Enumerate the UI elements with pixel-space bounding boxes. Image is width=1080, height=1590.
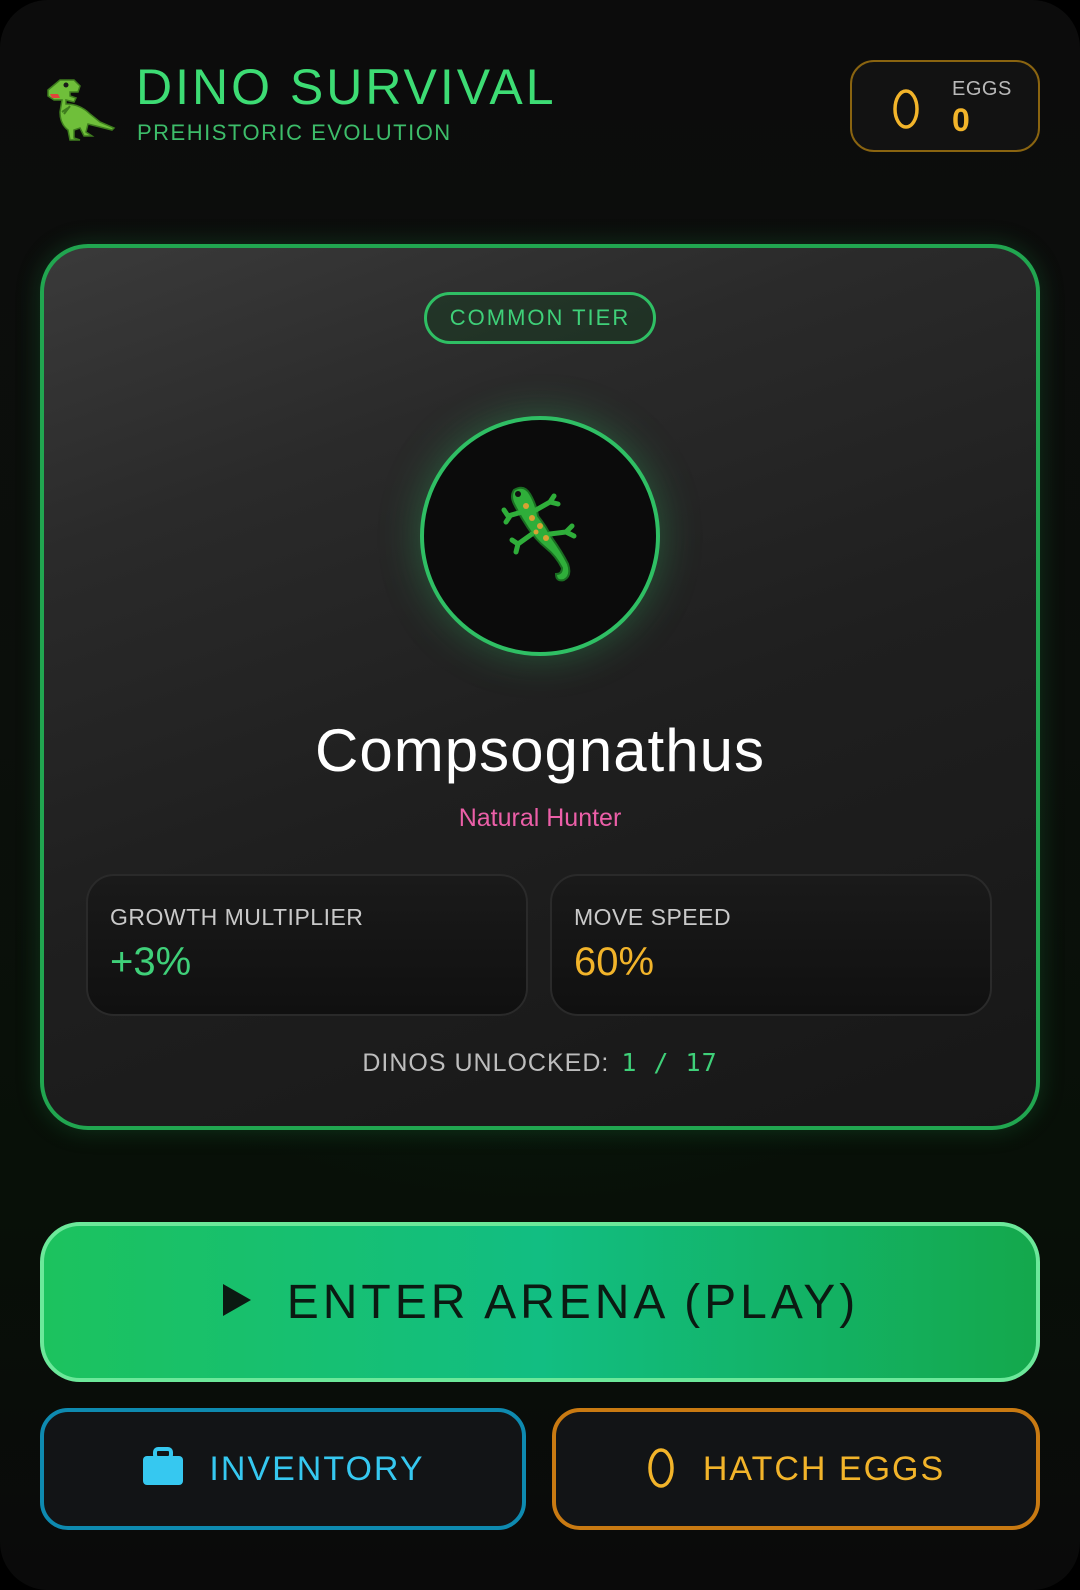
inventory-label: INVENTORY bbox=[209, 1449, 425, 1488]
eggs-count: 0 bbox=[952, 102, 970, 138]
play-icon bbox=[221, 1282, 253, 1323]
move-speed-value: 60% bbox=[574, 940, 655, 984]
app-window: DINO SURVIVAL PREHISTORIC EVOLUTION EGGS… bbox=[0, 0, 1080, 1590]
growth-multiplier-label: GROWTH MULTIPLIER bbox=[110, 904, 364, 930]
lizard-icon bbox=[492, 482, 588, 591]
hatch-eggs-button[interactable]: HATCH EGGS bbox=[552, 1408, 1040, 1530]
growth-multiplier-stat: GROWTH MULTIPLIER +3% bbox=[86, 874, 528, 1016]
app-subtitle: PREHISTORIC EVOLUTION bbox=[137, 120, 452, 145]
move-speed-label: MOVE SPEED bbox=[574, 904, 732, 930]
t-rex-icon bbox=[40, 70, 116, 142]
tier-badge: COMMON TIER bbox=[424, 292, 656, 344]
dinos-unlocked: DINOS UNLOCKED: 1 / 17 bbox=[44, 1048, 1036, 1078]
egg-icon bbox=[892, 86, 920, 135]
dino-name: Compsognathus bbox=[315, 717, 765, 784]
move-speed-stat: MOVE SPEED 60% bbox=[550, 874, 992, 1016]
enter-arena-label: ENTER ARENA (PLAY) bbox=[286, 1275, 860, 1329]
eggs-label: EGGS bbox=[952, 78, 1012, 100]
dinos-unlocked-label: DINOS UNLOCKED: bbox=[362, 1049, 610, 1077]
dino-card: COMMON TIER Compsognathus Natural Hunter… bbox=[40, 244, 1040, 1130]
hatch-eggs-label: HATCH EGGS bbox=[702, 1449, 946, 1488]
app-title: DINO SURVIVAL bbox=[136, 59, 557, 115]
enter-arena-button[interactable]: ENTER ARENA (PLAY) bbox=[40, 1222, 1040, 1382]
briefcase-icon bbox=[141, 1446, 185, 1492]
growth-multiplier-value: +3% bbox=[110, 940, 192, 984]
eggs-counter: EGGS 0 bbox=[850, 60, 1040, 152]
dinos-unlocked-value: 1 / 17 bbox=[621, 1048, 718, 1077]
dino-avatar bbox=[420, 416, 660, 656]
dino-trait: Natural Hunter bbox=[458, 804, 622, 832]
header: DINO SURVIVAL PREHISTORIC EVOLUTION EGGS… bbox=[40, 56, 1040, 152]
inventory-button[interactable]: INVENTORY bbox=[40, 1408, 526, 1530]
egg-icon bbox=[647, 1445, 675, 1494]
